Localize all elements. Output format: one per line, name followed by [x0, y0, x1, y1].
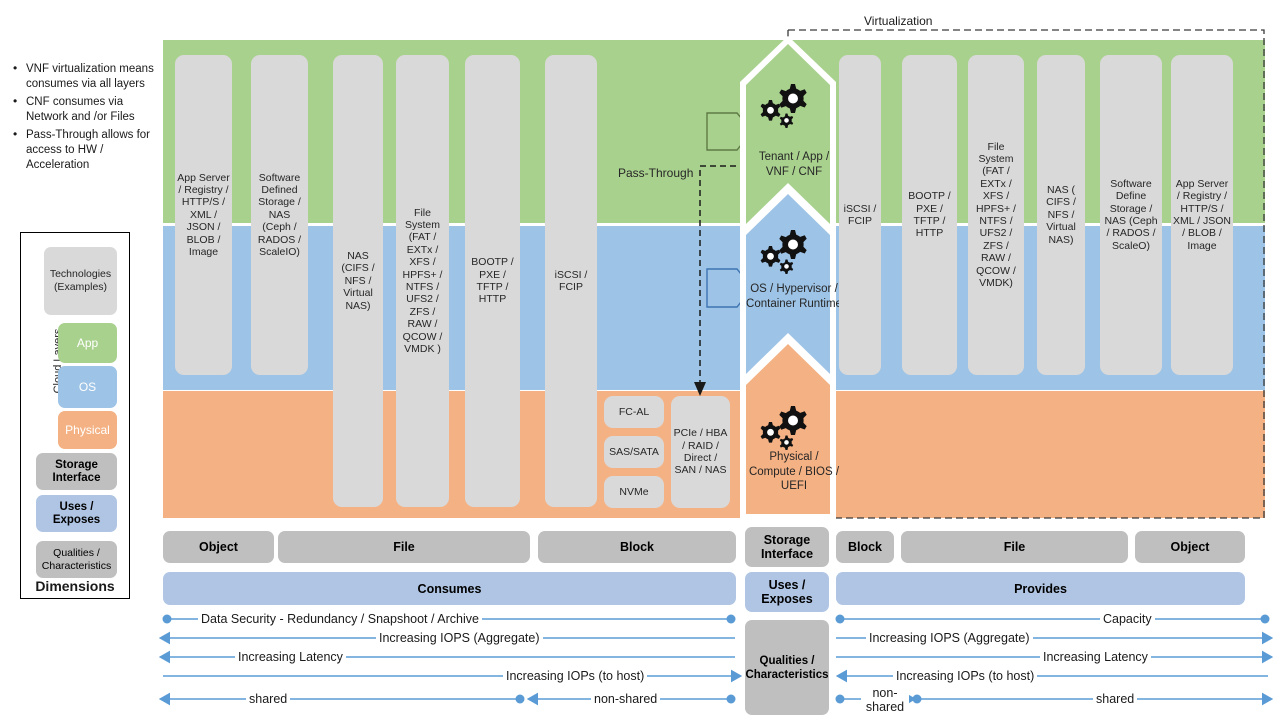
dim-endpoint-dot	[835, 614, 845, 624]
dim-label-iops-host-right: Increasing IOPs (to host)	[893, 669, 1038, 683]
dim-endpoint-dot	[726, 694, 736, 704]
dim-label-iops-aggregate-right: Increasing IOPS (Aggregate)	[866, 631, 1033, 645]
dim-label-iops-host-left: Increasing IOPs (to host)	[503, 669, 648, 683]
dimension-arrows-graphics	[158, 614, 1274, 706]
dim-label-shared-right: shared	[1093, 692, 1138, 706]
dim-endpoint-dot	[162, 614, 172, 624]
dim-label-iops-aggregate-left: Increasing IOPS (Aggregate)	[376, 631, 543, 645]
dim-label-nonshared-right: non-shared	[861, 686, 909, 714]
dim-endpoint-dot	[835, 694, 845, 704]
dim-label-latency-left: Increasing Latency	[235, 650, 346, 664]
dim-label-data-security: Data Security - Redundancy / Snapshoot /…	[198, 612, 482, 626]
dim-endpoint-dot	[515, 694, 525, 704]
dim-label-latency-right: Increasing Latency	[1040, 650, 1151, 664]
dim-endpoint-dot	[726, 614, 736, 624]
dim-label-capacity: Capacity	[1100, 612, 1155, 626]
dim-label-nonshared-left: non-shared	[591, 692, 661, 706]
dim-label-shared-left: shared	[246, 692, 291, 706]
dim-endpoint-dot	[1260, 614, 1270, 624]
